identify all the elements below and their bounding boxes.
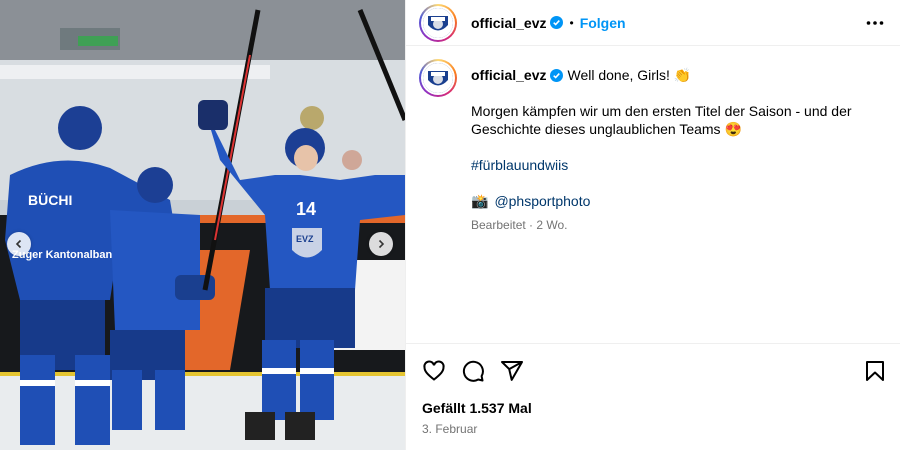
post-details-panel: official_evz • Folgen official_evz Well … [405, 0, 900, 450]
edited-timestamp: Bearbeitet · 2 Wo. [471, 218, 568, 232]
more-options-icon[interactable] [866, 20, 884, 26]
post-caption: official_evz Well done, Girls! 👏 Morgen … [419, 59, 889, 234]
post-header: official_evz • Folgen [406, 0, 900, 46]
verified-badge-icon [550, 68, 564, 82]
next-image-button[interactable] [369, 232, 393, 256]
follow-button[interactable]: Folgen [580, 15, 626, 31]
evz-logo-icon [423, 63, 453, 93]
post-date[interactable]: 3. Februar [422, 422, 900, 436]
share-icon[interactable] [500, 359, 524, 383]
comment-icon[interactable] [461, 359, 485, 383]
caption-text: Morgen kämpfen wir um den ersten Titel d… [471, 103, 852, 137]
heart-icon[interactable] [422, 359, 446, 383]
avatar[interactable] [419, 3, 457, 42]
likes-count[interactable]: Gefällt 1.537 Mal [422, 400, 900, 416]
hashtag-link[interactable]: #fürblauundwiis [471, 156, 881, 174]
caption-avatar[interactable] [419, 59, 457, 97]
bookmark-icon[interactable] [863, 359, 887, 383]
chevron-right-icon [378, 239, 385, 249]
photographer-link[interactable]: @phsportphoto [494, 192, 590, 210]
camera-icon: 📸 [471, 193, 489, 209]
jersey-number-text: 14 [296, 199, 316, 219]
username[interactable]: official_evz [471, 15, 546, 31]
crest-text: EVZ [296, 234, 314, 244]
hockey-celebration-photo: BÜCHI Zuger Kantonalbank 14 EVZ [0, 0, 405, 450]
evz-logo-icon [423, 7, 453, 38]
separator-dot: • [569, 15, 574, 30]
caption-username[interactable]: official_evz [471, 66, 546, 84]
jersey-name-text: BÜCHI [28, 192, 72, 208]
caption-title: Well done, Girls! 👏 [567, 67, 692, 83]
post-actions-section: Gefällt 1.537 Mal 3. Februar [406, 343, 900, 450]
post-image[interactable]: BÜCHI Zuger Kantonalbank 14 EVZ [0, 0, 405, 450]
photo-credit: 📸 @phsportphoto [471, 192, 881, 210]
previous-image-button[interactable] [7, 232, 31, 256]
chevron-left-icon [15, 239, 22, 249]
verified-badge-icon [550, 16, 564, 29]
